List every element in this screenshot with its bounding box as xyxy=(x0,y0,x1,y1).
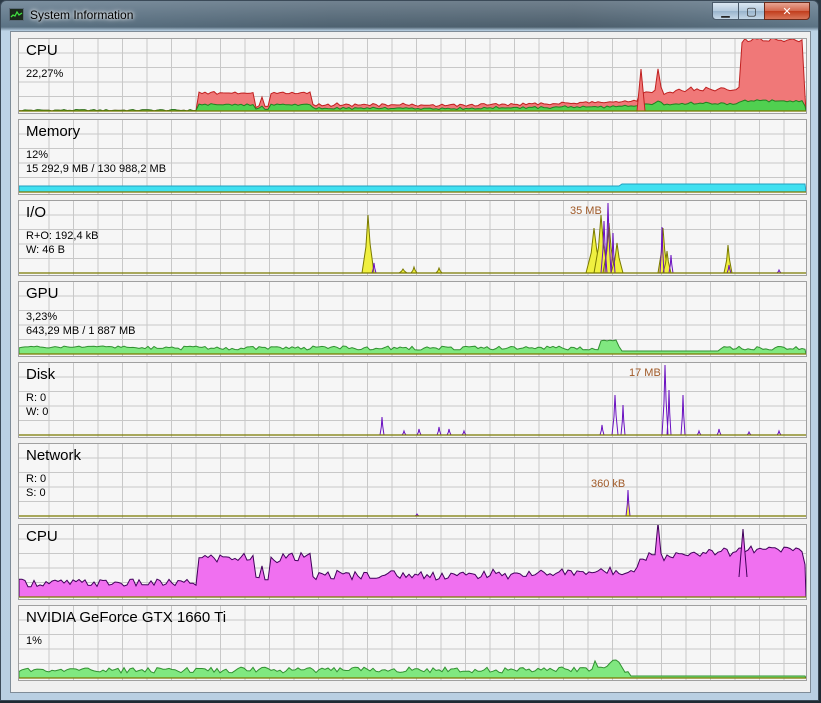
graph-grid xyxy=(19,363,806,437)
network-spikes xyxy=(413,489,631,517)
disk-panel: Disk R: 0 W: 0 17 MB xyxy=(18,362,807,438)
gpu-panel: GPU 3,23% 643,29 MB / 1 887 MB xyxy=(18,281,807,357)
nvidia-gpu-usage-value: 1% xyxy=(26,635,42,647)
panel-title: Disk xyxy=(26,366,56,383)
cpu-usage-value: 22,27% xyxy=(26,68,64,80)
panel-title: GPU xyxy=(26,285,59,302)
nvidia-gpu-panel: NVIDIA GeForce GTX 1660 Ti 1% xyxy=(18,605,807,681)
gpu-area xyxy=(19,339,806,355)
panel-title: NVIDIA GeForce GTX 1660 Ti xyxy=(26,609,227,626)
disk-read-value: R: 0 xyxy=(26,392,47,404)
network-peak-label: 360 kB xyxy=(591,478,626,490)
disk-peak-label: 17 MB xyxy=(629,367,661,379)
gpu-usage-value: 3,23% xyxy=(26,311,58,323)
minimize-button[interactable]: ▁ xyxy=(712,2,739,20)
window-title: System Information xyxy=(30,8,134,22)
close-button[interactable]: ✕ xyxy=(764,2,810,20)
network-graph xyxy=(19,444,806,518)
gpu-memory-value: 643,29 MB / 1 887 MB xyxy=(26,325,136,337)
memory-percent-value: 12% xyxy=(26,149,49,161)
close-icon: ✕ xyxy=(782,4,792,18)
system-information-window: System Information ▁ ▢ ✕ CPU 22,27% Memo… xyxy=(0,0,819,701)
cpu-spike xyxy=(636,68,646,112)
graph-area: CPU 22,27% Memory 12% 15 292,9 MB / 130 … xyxy=(10,31,811,693)
io-write-value: W: 46 B xyxy=(26,244,65,256)
gpu-graph xyxy=(19,282,806,356)
cpu-history-area xyxy=(19,525,806,598)
cpu-graph xyxy=(19,39,806,113)
network-received-value: R: 0 xyxy=(26,473,47,485)
disk-write-value: W: 0 xyxy=(26,406,49,418)
memory-area xyxy=(19,183,806,193)
io-read-value: R+O: 192,4 kB xyxy=(26,230,99,242)
panel-title: CPU xyxy=(26,42,58,59)
maximize-icon: ▢ xyxy=(746,4,757,18)
graph-grid xyxy=(19,201,806,275)
cpu-history-graph xyxy=(19,525,806,599)
network-sent-value: S: 0 xyxy=(26,487,46,499)
cpu-panel: CPU 22,27% xyxy=(18,38,807,114)
panel-title: Memory xyxy=(26,123,81,140)
network-panel: Network R: 0 S: 0 360 kB xyxy=(18,443,807,519)
panel-title: Network xyxy=(26,447,82,464)
disk-graph xyxy=(19,363,806,437)
disk-spikes xyxy=(379,364,782,436)
io-graph xyxy=(19,201,806,275)
memory-usage-value: 15 292,9 MB / 130 988,2 MB xyxy=(26,163,167,175)
nvidia-gpu-area xyxy=(19,659,806,679)
cpu-total-area xyxy=(19,39,806,112)
maximize-button[interactable]: ▢ xyxy=(738,2,765,20)
io-peak-label: 35 MB xyxy=(570,205,602,217)
minimize-icon: ▁ xyxy=(721,4,730,18)
graph-grid xyxy=(19,120,806,194)
monitor-graph-icon[interactable] xyxy=(9,8,24,21)
panel-title: CPU xyxy=(26,528,58,545)
memory-panel: Memory 12% 15 292,9 MB / 130 988,2 MB xyxy=(18,119,807,195)
graph-grid xyxy=(19,282,806,356)
io-panel: I/O R+O: 192,4 kB W: 46 B 35 MB xyxy=(18,200,807,276)
memory-graph xyxy=(19,120,806,194)
title-bar[interactable]: System Information ▁ ▢ ✕ xyxy=(1,1,818,31)
cpu-history-panel: CPU xyxy=(18,524,807,600)
graph-grid xyxy=(19,444,806,518)
panel-title: I/O xyxy=(26,204,47,221)
